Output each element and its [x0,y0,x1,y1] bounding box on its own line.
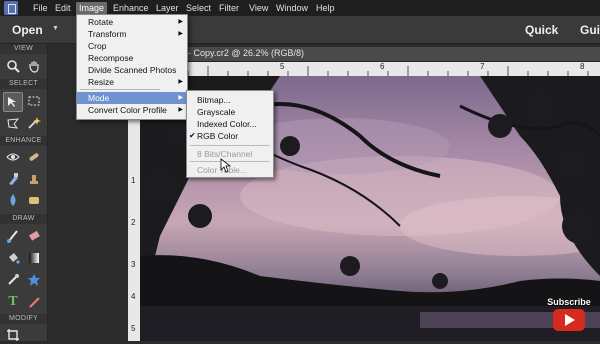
blur-icon[interactable] [4,191,22,209]
submenu-arrow-icon: ▶ [178,79,183,85]
menu-enhance[interactable]: Enhance [110,2,152,14]
brush-icon[interactable] [4,227,22,245]
open-button[interactable]: Open [12,23,43,37]
sponge-icon[interactable] [25,191,43,209]
submenu-item-label: Bitmap... [197,95,231,105]
guided-mode-tab[interactable]: Guid [580,23,600,37]
pencil-icon[interactable] [25,293,43,311]
menu-item-divide-scanned-photos[interactable]: Divide Scanned Photos [77,64,187,76]
menu-image[interactable]: Image [76,2,108,14]
ruler-label: 3 [131,260,136,269]
menu-view[interactable]: View [246,2,271,14]
section-draw-label: DRAW [0,214,47,224]
menu-item-rotate[interactable]: Rotate ▶ [77,16,187,28]
move-icon[interactable] [3,92,23,112]
paint-bucket-icon[interactable] [4,249,22,267]
color-picker-icon[interactable] [4,271,22,289]
quick-mode-tab[interactable]: Quick [525,23,558,37]
ruler-label: 1 [131,176,136,185]
menu-item-crop[interactable]: Crop [77,40,187,52]
ruler-label: 4 [131,292,136,301]
submenu-item-label: RGB Color [197,131,239,141]
menu-item-recompose[interactable]: Recompose [77,52,187,64]
menu-item-label: Convert Color Profile [88,105,167,115]
menu-layer[interactable]: Layer [153,2,182,14]
youtube-play-icon[interactable] [553,309,585,331]
stamp-icon[interactable] [25,170,43,188]
section-enhance-label: ENHANCE [0,136,47,146]
section-modify-label: MODIFY [0,314,47,324]
eraser-icon[interactable] [25,227,43,245]
submenu-item-label: Indexed Color... [197,119,257,129]
checkmark-icon: ✔ [189,131,196,140]
menu-item-transform[interactable]: Transform ▶ [77,28,187,40]
app-logo-icon [4,1,18,15]
subscribe-label: Subscribe [547,297,591,307]
submenu-item-indexed-color[interactable]: Indexed Color... [187,118,273,130]
zoom-icon[interactable] [4,57,22,75]
custom-shape-icon[interactable] [25,271,43,289]
marquee-icon[interactable] [25,92,43,110]
chevron-down-icon[interactable]: ▼ [52,25,59,32]
submenu-arrow-icon: ▶ [178,19,183,25]
submenu-item-grayscale[interactable]: Grayscale [187,106,273,118]
tool-panel: VIEW SELECT ENHANCE DRAW T MODIFY [0,44,48,341]
subscribe-badge[interactable]: Subscribe [547,297,591,333]
crop-icon[interactable] [4,326,22,344]
smudge-icon[interactable] [4,170,22,188]
submenu-arrow-icon: ▶ [178,95,183,101]
ruler-label: 5 [131,324,136,333]
menu-item-label: Transform [88,29,127,39]
horizontal-ruler: 5 6 7 8 [128,62,600,77]
document-tab[interactable]: ac - Copy.cr2 @ 26.2% (RGB/8) [128,47,600,62]
menu-item-label: Resize [88,77,114,87]
menu-item-label: Recompose [88,53,134,63]
menu-help[interactable]: Help [313,2,338,14]
mouse-pointer-icon [220,158,232,173]
submenu-item-rgb-color[interactable]: ✔ RGB Color [187,130,273,142]
submenu-item-bitmap[interactable]: Bitmap... [187,94,273,106]
menu-edit[interactable]: Edit [52,2,74,14]
submenu-item-label: Grayscale [197,107,236,117]
ruler-label: 8 [580,62,585,71]
ruler-label: 2 [131,218,136,227]
menu-file[interactable]: File [30,2,51,14]
menu-item-mode[interactable]: Mode ▶ [77,92,187,104]
brush-healing-icon[interactable] [25,148,43,166]
menu-filter[interactable]: Filter [216,2,242,14]
ruler-label: 7 [480,62,485,71]
type-icon[interactable]: T [4,293,22,311]
menu-separator [190,145,270,146]
menu-item-convert-color-profile[interactable]: Convert Color Profile ▶ [77,104,187,116]
section-view-label: VIEW [0,44,47,54]
menu-separator [80,89,160,90]
document-title: ac - Copy.cr2 @ 26.2% (RGB/8) [176,48,305,58]
gradient-icon[interactable] [25,249,43,267]
menu-item-label: Mode [88,93,110,103]
menu-select[interactable]: Select [183,2,214,14]
eye-icon[interactable] [4,148,22,166]
menu-item-resize[interactable]: Resize ▶ [77,76,187,88]
ruler-label: 5 [280,62,285,71]
ruler-label: 6 [380,62,385,71]
lasso-icon[interactable] [4,114,22,132]
menu-item-label: Crop [88,41,107,51]
menu-item-label: Rotate [88,17,114,27]
image-menu-dropdown: Rotate ▶ Transform ▶ Crop Recompose Divi… [76,14,188,120]
section-select-label: SELECT [0,79,47,89]
magic-wand-icon[interactable] [25,114,43,132]
submenu-arrow-icon: ▶ [178,31,183,37]
submenu-arrow-icon: ▶ [178,107,183,113]
menu-window[interactable]: Window [273,2,311,14]
hand-icon[interactable] [25,57,43,75]
menu-item-label: Divide Scanned Photos [88,65,177,75]
